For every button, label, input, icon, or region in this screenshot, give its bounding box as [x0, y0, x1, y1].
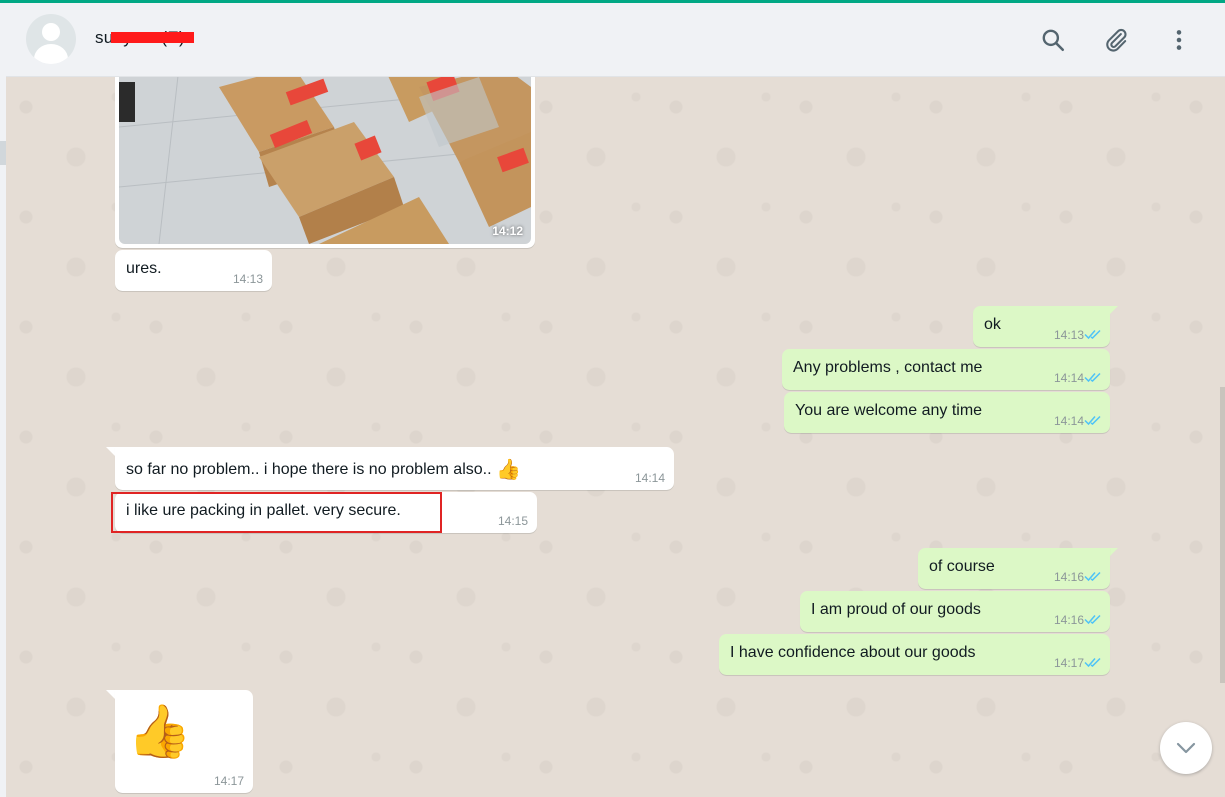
- photo-of-boxes: [119, 77, 531, 244]
- message-time: 14:12: [492, 224, 523, 238]
- search-icon[interactable]: [1040, 27, 1066, 53]
- incoming-emoji-message[interactable]: 👍 14:17: [115, 690, 253, 793]
- message-text: ok: [984, 316, 1001, 333]
- scrollbar[interactable]: [1220, 387, 1225, 683]
- image-message[interactable]: 14:12: [115, 77, 535, 248]
- redaction-bar: [111, 32, 194, 43]
- message-time: 14:16: [1053, 570, 1084, 584]
- chat-header: sunyuan(E): [6, 3, 1225, 77]
- message-text: of course: [929, 558, 995, 575]
- menu-icon[interactable]: [1166, 27, 1192, 53]
- scroll-down-button[interactable]: [1160, 722, 1212, 774]
- boxes-photo[interactable]: 14:12: [119, 77, 531, 244]
- message-text: so far no problem.. i hope there is no p…: [126, 459, 521, 481]
- message-time: 14:17: [213, 774, 244, 788]
- message-time: 14:14: [1053, 371, 1084, 385]
- avatar-body-shape: [34, 44, 68, 64]
- attach-icon[interactable]: [1103, 27, 1129, 53]
- outgoing-message[interactable]: of course 14:16: [918, 548, 1110, 589]
- message-text: Any problems , contact me: [793, 359, 983, 376]
- read-ticks-icon: [1084, 372, 1101, 383]
- contact-avatar[interactable]: [26, 14, 76, 64]
- read-ticks-icon: [1084, 415, 1101, 426]
- read-ticks-icon: [1084, 614, 1101, 625]
- outgoing-message[interactable]: Any problems , contact me 14:14: [782, 349, 1110, 390]
- read-ticks-icon: [1084, 571, 1101, 582]
- message-text: I am proud of our goods: [811, 601, 981, 618]
- read-ticks-icon: [1084, 657, 1101, 668]
- message-time: 14:15: [497, 514, 528, 528]
- outgoing-message[interactable]: I have confidence about our goods 14:17: [719, 634, 1110, 675]
- message-time: 14:14: [1053, 414, 1084, 428]
- message-time: 14:14: [634, 471, 665, 485]
- outgoing-message[interactable]: I am proud of our goods 14:16: [800, 591, 1110, 632]
- thumbs-up-emoji: 👍: [495, 459, 521, 481]
- read-ticks-icon: [1084, 329, 1101, 340]
- message-time: 14:13: [232, 272, 263, 286]
- incoming-message[interactable]: so far no problem.. i hope there is no p…: [115, 447, 674, 490]
- message-time: 14:13: [1053, 328, 1084, 342]
- message-time: 14:16: [1053, 613, 1084, 627]
- outgoing-message[interactable]: You are welcome any time 14:14: [784, 392, 1110, 433]
- outgoing-message[interactable]: ok 14:13: [973, 306, 1110, 347]
- chevron-down-icon: [1176, 742, 1196, 754]
- thumbs-up-emoji: 👍: [127, 703, 192, 761]
- incoming-message[interactable]: ures. 14:13: [115, 250, 272, 291]
- bubble-tail: [1108, 306, 1118, 316]
- chat-panel[interactable]: 14:12 ures. 14:13 ok 14:13 Any problems …: [6, 77, 1225, 797]
- message-time: 14:17: [1053, 656, 1084, 670]
- avatar-head-shape: [42, 23, 60, 41]
- highlight-box: [111, 492, 442, 533]
- message-text: You are welcome any time: [795, 402, 983, 419]
- message-text: I have confidence about our goods: [730, 644, 976, 661]
- message-text: ures.: [126, 260, 162, 277]
